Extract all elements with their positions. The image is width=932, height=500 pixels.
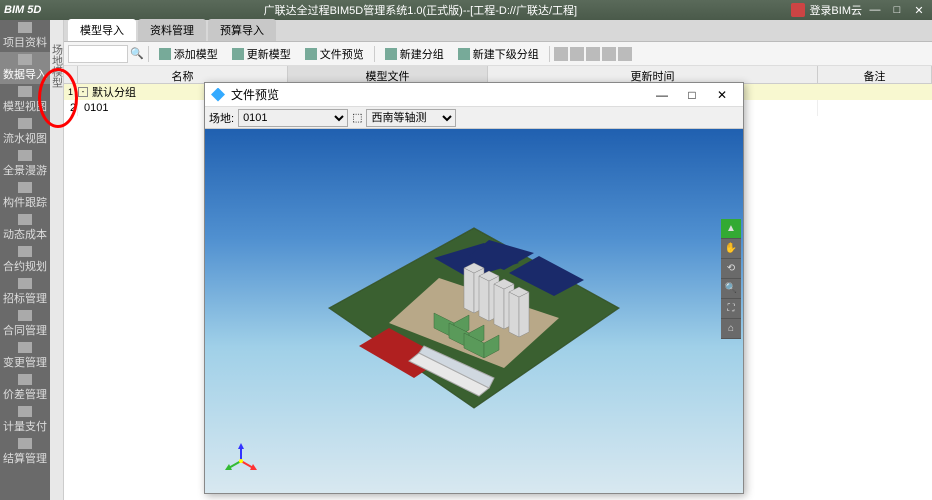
sidebar-item-track[interactable]: 构件跟踪 bbox=[0, 180, 50, 212]
axis-gizmo bbox=[223, 443, 259, 479]
cube-icon bbox=[18, 86, 32, 97]
titlebar: BIM 5D 广联达全过程BIM5D管理系统1.0(正式版)--[工程-D://… bbox=[0, 0, 932, 20]
sidebar-item-pricediff[interactable]: 价差管理 bbox=[0, 372, 50, 404]
preview-window: 文件预览 — □ ✕ 场地: 0101 ⬚ 西南等轴测 bbox=[204, 82, 744, 494]
sidebar-item-settle[interactable]: 结算管理 bbox=[0, 436, 50, 468]
sidebar-item-pano[interactable]: 全景漫游 bbox=[0, 148, 50, 180]
price-icon bbox=[18, 374, 32, 385]
cost-icon bbox=[18, 214, 32, 225]
view-select[interactable]: 西南等轴测 bbox=[366, 109, 456, 127]
tool-icon-2[interactable] bbox=[570, 47, 584, 61]
th-file: 模型文件 bbox=[288, 66, 488, 83]
app-logo: BIM 5D bbox=[4, 4, 41, 16]
preview-button[interactable]: 文件预览 bbox=[299, 44, 370, 64]
tool-icon-4[interactable] bbox=[602, 47, 616, 61]
bid-icon bbox=[18, 278, 32, 289]
orbit-tool[interactable]: ⟲ bbox=[721, 259, 741, 279]
sidebar-item-project[interactable]: 项目资料 bbox=[0, 20, 50, 52]
sidebar-item-modelview[interactable]: 模型视图 bbox=[0, 84, 50, 116]
toolbar: 🔍 添加模型 更新模型 文件预览 新建分组 新建下级分组 bbox=[64, 42, 932, 66]
preview-app-icon bbox=[211, 88, 225, 102]
new-group-button[interactable]: 新建分组 bbox=[379, 44, 450, 64]
th-time: 更新时间 bbox=[488, 66, 818, 83]
preview-title: 文件预览 bbox=[231, 86, 647, 103]
sidebar-item-flow[interactable]: 流水视图 bbox=[0, 116, 50, 148]
fit-tool[interactable]: ⛶ bbox=[721, 299, 741, 319]
home-tool[interactable]: ⌂ bbox=[721, 319, 741, 339]
tabs: 模型导入 资料管理 预算导入 bbox=[64, 20, 932, 42]
viewport-3d[interactable]: ▲ ✋ ⟲ 🔍 ⛶ ⌂ bbox=[205, 129, 743, 493]
tool-icon-1[interactable] bbox=[554, 47, 568, 61]
folder-plus-icon bbox=[385, 48, 397, 60]
change-icon bbox=[18, 342, 32, 353]
new-subgroup-button[interactable]: 新建下级分组 bbox=[452, 44, 545, 64]
contract-icon bbox=[18, 246, 32, 257]
subfolder-icon bbox=[458, 48, 470, 60]
zoom-tool[interactable]: 🔍 bbox=[721, 279, 741, 299]
preview-close-button[interactable]: ✕ bbox=[707, 88, 737, 102]
pan-tool[interactable]: ✋ bbox=[721, 239, 741, 259]
eye-icon bbox=[305, 48, 317, 60]
scene-label: 场地: bbox=[209, 110, 234, 126]
tool-icon-3[interactable] bbox=[586, 47, 600, 61]
pano-icon bbox=[18, 150, 32, 161]
add-model-button[interactable]: 添加模型 bbox=[153, 44, 224, 64]
th-name: 名称 bbox=[78, 66, 288, 83]
sidebar-item-agreement[interactable]: 合同管理 bbox=[0, 308, 50, 340]
track-icon bbox=[18, 182, 32, 193]
refresh-icon bbox=[232, 48, 244, 60]
plus-icon bbox=[159, 48, 171, 60]
sidebar-item-contract[interactable]: 合约规划 bbox=[0, 244, 50, 276]
preview-toolbar: 场地: 0101 ⬚ 西南等轴测 bbox=[205, 107, 743, 129]
collapse-icon[interactable]: - bbox=[78, 87, 88, 97]
sidebar-item-bid[interactable]: 招标管理 bbox=[0, 276, 50, 308]
vertical-strip: 场地模型 bbox=[50, 20, 64, 500]
viewport-tools: ▲ ✋ ⟲ 🔍 ⛶ ⌂ bbox=[721, 219, 741, 339]
cloud-login[interactable]: 登录BIM云 bbox=[809, 2, 862, 18]
tab-modelimport[interactable]: 模型导入 bbox=[68, 19, 136, 41]
sidebar-item-payment[interactable]: 计量支付 bbox=[0, 404, 50, 436]
avatar-icon[interactable] bbox=[791, 3, 805, 17]
tool-icon-5[interactable] bbox=[618, 47, 632, 61]
tab-budget[interactable]: 预算导入 bbox=[208, 19, 276, 41]
vstrip-scene[interactable]: 场地模型 bbox=[49, 44, 65, 88]
folder-icon bbox=[18, 22, 32, 33]
search-input[interactable] bbox=[68, 45, 128, 63]
settle-icon bbox=[18, 438, 32, 449]
import-icon bbox=[18, 54, 32, 65]
agree-icon bbox=[18, 310, 32, 321]
view-icon: ⬚ bbox=[352, 111, 362, 124]
close-button[interactable]: ✕ bbox=[910, 3, 928, 17]
model-3d bbox=[319, 218, 629, 418]
sidebar-item-change[interactable]: 变更管理 bbox=[0, 340, 50, 372]
preview-max-button[interactable]: □ bbox=[677, 88, 707, 102]
minimize-button[interactable]: — bbox=[866, 3, 884, 17]
sidebar-item-dataimport[interactable]: 数据导入 bbox=[0, 52, 50, 84]
sidebar-item-cost[interactable]: 动态成本 bbox=[0, 212, 50, 244]
preview-min-button[interactable]: — bbox=[647, 88, 677, 102]
update-model-button[interactable]: 更新模型 bbox=[226, 44, 297, 64]
scene-select[interactable]: 0101 bbox=[238, 109, 348, 127]
maximize-button[interactable]: □ bbox=[888, 3, 906, 17]
window-title: 广联达全过程BIM5D管理系统1.0(正式版)--[工程-D://广联达/工程] bbox=[49, 2, 791, 18]
tab-material[interactable]: 资料管理 bbox=[138, 19, 206, 41]
search-icon[interactable]: 🔍 bbox=[130, 47, 144, 60]
preview-titlebar[interactable]: 文件预览 — □ ✕ bbox=[205, 83, 743, 107]
pay-icon bbox=[18, 406, 32, 417]
sidebar: 项目资料 数据导入 模型视图 流水视图 全景漫游 构件跟踪 动态成本 合约规划 … bbox=[0, 20, 50, 500]
select-tool[interactable]: ▲ bbox=[721, 219, 741, 239]
th-remark: 备注 bbox=[818, 66, 932, 83]
flow-icon bbox=[18, 118, 32, 129]
